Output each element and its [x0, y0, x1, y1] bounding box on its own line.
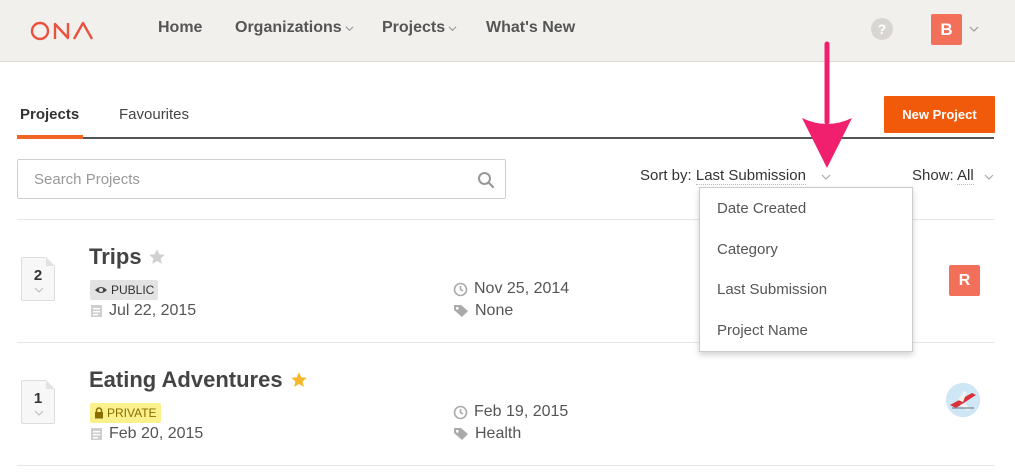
visibility-badge: PRIVATE: [90, 403, 161, 423]
document-icon: [91, 305, 102, 317]
submission-count-badge[interactable]: 2: [21, 257, 55, 301]
tab-projects[interactable]: Projects: [20, 106, 79, 123]
nav-organizations-label: Organizations: [235, 19, 342, 36]
star-icon[interactable]: [290, 371, 308, 389]
sort-option-last-submission[interactable]: Last Submission: [717, 281, 827, 298]
sort-option-date-created[interactable]: Date Created: [717, 200, 806, 217]
page-fold: [46, 380, 55, 389]
new-project-button[interactable]: New Project: [884, 96, 995, 133]
category-value: Health: [475, 425, 522, 442]
submission-count: 1: [33, 390, 43, 407]
chevron-down-icon: [448, 25, 457, 31]
sort-dropdown-menu: Date Created Category Last Submission Pr…: [699, 187, 913, 352]
sort-control[interactable]: Sort by: Last Submission: [640, 167, 806, 185]
chevron-down-icon[interactable]: [821, 173, 831, 181]
search-box: [17, 159, 506, 199]
user-avatar-initial: B: [940, 19, 953, 39]
lock-icon: [95, 407, 103, 419]
nav-projects-label: Projects: [382, 19, 446, 36]
date-created-value: Nov 25, 2014: [474, 280, 570, 297]
airplane-image: [946, 383, 980, 417]
chevron-down-icon[interactable]: [984, 173, 994, 181]
annotation-arrow-icon: [802, 41, 852, 168]
active-tab-indicator: [17, 135, 83, 139]
tab-favourites[interactable]: Favourites: [119, 106, 189, 123]
user-menu-chevron-icon[interactable]: [969, 24, 979, 34]
chevron-down-icon: [34, 287, 44, 293]
visibility-label: PRIVATE: [107, 406, 157, 420]
help-icon[interactable]: ?: [871, 18, 893, 40]
ona-logo-mark: [30, 21, 94, 41]
submission-count-badge[interactable]: 1: [21, 380, 55, 424]
nav-whats-new[interactable]: What's New: [486, 19, 575, 37]
search-input[interactable]: [18, 160, 468, 198]
document-icon: [91, 428, 102, 440]
chevron-down-icon: [34, 410, 44, 416]
date-created: Feb 19, 2015: [453, 403, 568, 421]
sort-label: Sort by:: [640, 167, 692, 184]
last-submission-date: Jul 22, 2015: [109, 302, 197, 319]
sort-option-project-name[interactable]: Project Name: [717, 322, 808, 339]
tag-icon: [454, 305, 468, 317]
tag-icon: [454, 428, 468, 440]
nav-home[interactable]: Home: [158, 19, 202, 37]
top-navbar: Home Organizations Projects What's New ?…: [0, 0, 1015, 62]
category: Health: [453, 425, 521, 443]
divider: [17, 465, 994, 466]
visibility-label: PUBLIC: [111, 283, 155, 297]
help-icon-glyph: ?: [877, 21, 887, 37]
show-label: Show:: [912, 167, 954, 184]
search-icon[interactable]: [477, 171, 495, 189]
nav-whats-new-label: What's New: [486, 19, 576, 36]
category: None: [453, 302, 513, 320]
clock-icon: [453, 282, 468, 296]
date-created-value: Feb 19, 2015: [474, 403, 569, 420]
owner-avatar[interactable]: R: [949, 265, 980, 296]
project-title[interactable]: Trips: [89, 244, 142, 270]
last-submission-date: Feb 20, 2015: [109, 425, 204, 442]
nav-projects[interactable]: Projects: [382, 19, 457, 37]
nav-home-label: Home: [158, 19, 203, 36]
category-value: None: [475, 302, 514, 319]
new-project-label: New Project: [902, 107, 977, 122]
sort-value[interactable]: Last Submission: [695, 167, 806, 185]
star-icon[interactable]: [148, 248, 166, 266]
date-created: Nov 25, 2014: [453, 280, 569, 298]
clock-icon: [453, 405, 468, 419]
last-submission: Jul 22, 2015: [90, 302, 196, 320]
user-avatar[interactable]: B: [931, 14, 962, 45]
ona-logo[interactable]: [30, 19, 98, 43]
show-value[interactable]: All: [957, 167, 974, 185]
owner-avatar-image[interactable]: [946, 383, 980, 417]
eye-icon: [95, 287, 107, 293]
nav-organizations[interactable]: Organizations: [235, 19, 354, 37]
page-fold: [46, 257, 55, 266]
visibility-badge: PUBLIC: [90, 280, 159, 300]
project-title[interactable]: Eating Adventures: [89, 367, 283, 393]
chevron-down-icon: [345, 25, 354, 31]
sort-option-category[interactable]: Category: [717, 241, 778, 258]
submission-count: 2: [33, 267, 43, 284]
show-filter[interactable]: Show: All: [912, 167, 974, 185]
last-submission: Feb 20, 2015: [90, 425, 203, 443]
owner-avatar-initial: R: [958, 271, 971, 289]
